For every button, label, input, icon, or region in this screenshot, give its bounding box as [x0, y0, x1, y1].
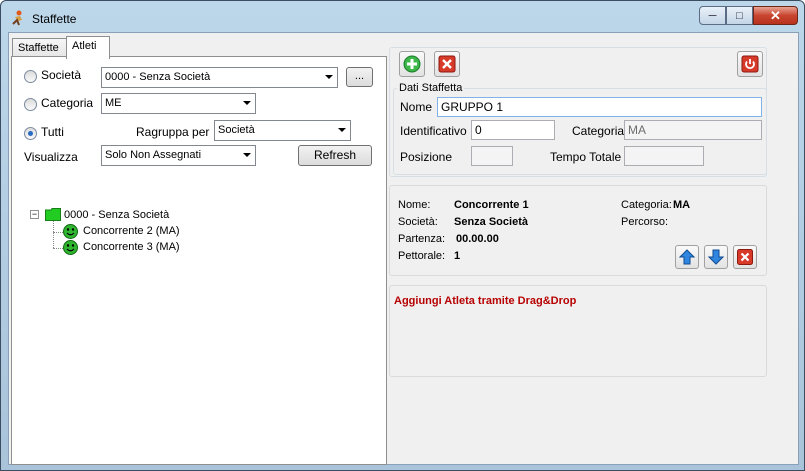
- societa-select-value: 0000 - Senza Società: [105, 71, 211, 83]
- posizione-input: [471, 146, 513, 166]
- add-icon: [403, 55, 421, 73]
- radio-categoria[interactable]: [24, 98, 37, 111]
- visualizza-select-value: Solo Non Assegnati: [105, 149, 202, 161]
- athlete-nome-value: Concorrente 1: [454, 199, 529, 211]
- identificativo-input[interactable]: 0: [471, 120, 555, 140]
- minimize-icon: ─: [708, 9, 717, 22]
- title-bar[interactable]: Staffette ─ □ ✕: [1, 1, 804, 33]
- tempo-totale-input: [624, 146, 704, 166]
- chevron-down-icon: [243, 101, 251, 105]
- athlete-smiley-icon: [63, 224, 78, 239]
- arrow-up-icon: [679, 249, 695, 265]
- radio-tutti[interactable]: [24, 127, 37, 140]
- categoria-select-value: ME: [105, 97, 122, 109]
- raggruppa-select-value: Società: [218, 124, 255, 136]
- nome-input[interactable]: GRUPPO 1: [437, 97, 762, 117]
- atleti-panel: Società 0000 - Senza Società ... Categor…: [11, 56, 387, 465]
- societa-select[interactable]: 0000 - Senza Società: [101, 67, 338, 88]
- categoria-input: MA: [624, 120, 762, 140]
- minimize-button[interactable]: ─: [699, 6, 726, 25]
- browse-societa-button[interactable]: ...: [346, 67, 373, 87]
- delete-icon: [438, 55, 456, 73]
- chevron-down-icon: [338, 128, 346, 132]
- raggruppa-select[interactable]: Società: [214, 120, 351, 141]
- delete-staffetta-button[interactable]: [434, 51, 460, 77]
- categoria-select[interactable]: ME: [101, 93, 256, 114]
- refresh-button[interactable]: Refresh: [298, 145, 372, 166]
- remove-athlete-button[interactable]: [733, 245, 757, 269]
- label-visualizza: Visualizza: [24, 150, 78, 164]
- visualizza-select[interactable]: Solo Non Assegnati: [101, 145, 256, 166]
- label-athlete-pettorale: Pettorale:: [398, 250, 446, 262]
- label-posizione: Posizione: [400, 150, 453, 164]
- tab-atleti[interactable]: Atleti: [66, 36, 110, 59]
- athlete-pettorale-value: 1: [454, 250, 461, 262]
- athlete-societa-value: Senza Società: [454, 216, 528, 228]
- drag-drop-hint: Aggiungi Atleta tramite Drag&Drop: [394, 295, 577, 307]
- chevron-down-icon: [325, 75, 333, 79]
- maximize-icon: □: [736, 9, 743, 22]
- label-tutti: Tutti: [41, 125, 64, 139]
- move-down-button[interactable]: [704, 245, 728, 269]
- power-icon: [741, 55, 759, 73]
- label-athlete-partenza: Partenza:: [398, 233, 446, 245]
- dati-staffetta-title: Dati Staffetta: [397, 82, 465, 94]
- radio-societa[interactable]: [24, 70, 37, 83]
- label-nome: Nome: [400, 100, 433, 114]
- label-raggruppa: Ragruppa per: [136, 125, 210, 139]
- move-up-button[interactable]: [675, 245, 699, 269]
- athlete-partenza-value: 00.00.00: [456, 233, 499, 245]
- app-runner-icon: [12, 10, 22, 26]
- folder-icon: [45, 208, 61, 221]
- arrow-down-icon: [708, 249, 724, 265]
- label-athlete-categoria: Categoria:: [621, 199, 672, 211]
- tree-item-concorrente-3[interactable]: Concorrente 3 (MA): [83, 241, 180, 253]
- tree-root-label[interactable]: 0000 - Senza Società: [64, 209, 169, 221]
- label-athlete-societa: Società:: [398, 216, 438, 228]
- athlete-categoria-value: MA: [673, 199, 691, 211]
- maximize-button[interactable]: □: [726, 6, 753, 25]
- close-button[interactable]: ✕: [753, 6, 798, 25]
- label-identificativo: Identificativo: [400, 124, 467, 138]
- chevron-down-icon: [243, 153, 251, 157]
- client-area: Staffette Atleti Società 0000 - Senza So…: [8, 32, 799, 465]
- label-categoria: Categoria: [41, 96, 94, 110]
- window-title: Staffette: [32, 12, 77, 26]
- label-societa: Società: [41, 68, 82, 82]
- tree-collapse-toggle[interactable]: −: [30, 210, 39, 219]
- add-staffetta-button[interactable]: [399, 51, 425, 77]
- power-button[interactable]: [737, 51, 763, 77]
- label-athlete-percorso: Percorso:: [621, 216, 669, 228]
- label-categoria-staffetta: Categoria: [572, 124, 625, 138]
- close-icon: ✕: [770, 7, 781, 23]
- app-window: Staffette ─ □ ✕ Staffette Atleti Società…: [0, 0, 805, 471]
- label-tempo-totale: Tempo Totale: [550, 150, 622, 164]
- delete-icon: [737, 249, 753, 265]
- label-athlete-nome: Nome:: [398, 199, 431, 211]
- athlete-smiley-icon: [63, 240, 78, 255]
- tree-item-concorrente-2[interactable]: Concorrente 2 (MA): [83, 225, 180, 237]
